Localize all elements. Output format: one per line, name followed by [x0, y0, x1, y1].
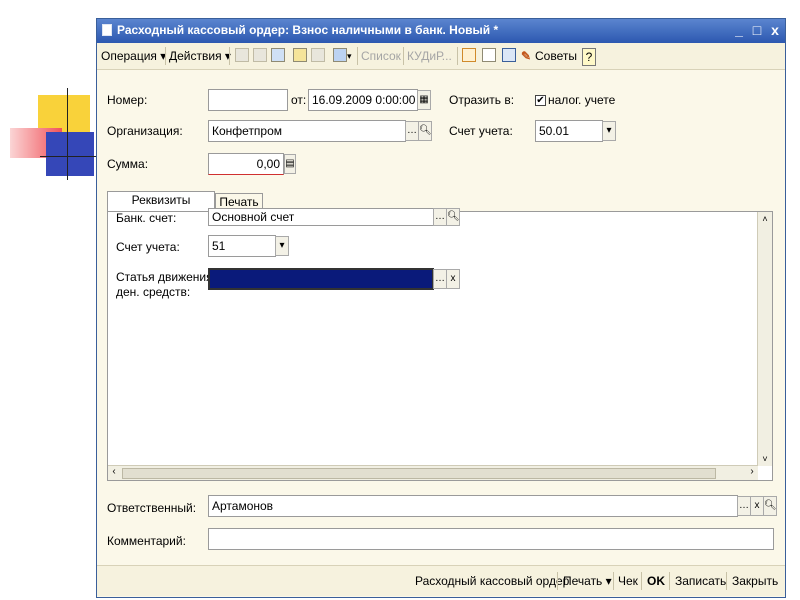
cash-flow-label-line2: ден. средств: [116, 285, 191, 299]
toolbar-separator [641, 572, 642, 590]
tips-button[interactable]: Советы [535, 48, 577, 64]
cash-flow-label-line1: Статья движения [116, 270, 213, 284]
open-magnifier-icon[interactable]: 🔍︎ [418, 121, 432, 141]
panel-account-label: Счет учета: [116, 240, 180, 254]
operation-menu[interactable]: Операция ▾ [101, 48, 166, 64]
close-form-button[interactable]: Закрыть [732, 574, 778, 588]
post-document-icon[interactable] [293, 48, 307, 62]
chevron-down-icon[interactable]: ▾ [602, 121, 616, 141]
payment-details-panel: Банк. счет: Основной счет … 🔍︎ Счет учет… [107, 208, 773, 481]
print-menu[interactable]: Печать ▾ [563, 574, 612, 588]
sum-label: Сумма: [107, 157, 149, 171]
tax-accounting-checkbox[interactable]: ✔ [535, 95, 546, 106]
tips-icon[interactable]: ✎ [521, 48, 531, 64]
comment-field[interactable] [208, 528, 774, 550]
receipt-button[interactable]: Чек [618, 574, 638, 588]
save-button[interactable]: Записать [675, 574, 726, 588]
scroll-left-icon[interactable]: ‹ [108, 466, 120, 478]
tax-accounting-label: налог. учете [548, 93, 616, 107]
maximize-button[interactable]: □ [749, 22, 765, 38]
responsible-clear-icon[interactable]: x [750, 496, 764, 516]
title-bar: Расходный кассовый ордер: Взнос наличным… [97, 19, 785, 43]
account-field[interactable]: 50.01 [535, 120, 603, 142]
decor-vertical-line [67, 88, 68, 180]
horizontal-scrollbar[interactable]: ‹ › [108, 465, 758, 480]
dt-kt-icon[interactable] [462, 48, 476, 62]
toolbar-separator [165, 47, 166, 65]
toolbar-separator [357, 47, 358, 65]
decor-horizontal-line [40, 156, 96, 157]
bank-account-label: Банк. счет: [116, 211, 177, 225]
date-field[interactable]: 16.09.2009 0:00:00 [308, 89, 418, 111]
tab-payment-details[interactable]: Реквизиты платежа [107, 191, 215, 223]
toolbar-separator [726, 572, 727, 590]
add-icon[interactable] [235, 48, 249, 62]
copy-icon[interactable] [253, 48, 267, 62]
toolbar-separator [613, 572, 614, 590]
panel-account-chevron-down-icon[interactable]: ▾ [275, 236, 289, 256]
decor-blue-square [46, 132, 94, 176]
toolbar-separator [669, 572, 670, 590]
bottom-command-bar: Расходный кассовый ордер Печать ▾ Чек OK… [97, 565, 785, 596]
list-button[interactable]: Список [361, 48, 401, 64]
date-from-label: от: [291, 93, 307, 107]
print-cash-order-button[interactable]: Расходный кассовый ордер [415, 574, 569, 588]
scroll-up-icon[interactable]: ˄ [758, 212, 772, 226]
number-label: Номер: [107, 93, 148, 107]
document-icon [102, 24, 112, 36]
filter-icon[interactable] [502, 48, 516, 62]
toolbar-separator [403, 47, 404, 65]
cash-flow-ellipsis-icon[interactable]: … [433, 269, 447, 289]
based-on-icon[interactable] [333, 48, 347, 62]
scroll-down-icon[interactable]: ˅ [758, 452, 772, 466]
cash-flow-clear-icon[interactable]: x [446, 269, 460, 289]
sum-field[interactable]: 0,00 [208, 153, 284, 175]
reflect-in-label: Отразить в: [449, 93, 515, 107]
structure-icon[interactable] [482, 48, 496, 62]
bank-open-magnifier-icon[interactable]: 🔍︎ [446, 208, 460, 226]
toolbar: Операция ▾ Действия ▾ ▾ Список КУДиР... … [97, 43, 785, 70]
responsible-ellipsis-icon[interactable]: … [737, 496, 751, 516]
scroll-right-icon[interactable]: › [746, 466, 758, 478]
toolbar-separator [557, 572, 558, 590]
vertical-scrollbar[interactable]: ˄ ˅ [757, 212, 772, 466]
calculator-icon[interactable]: ▤ [284, 154, 296, 174]
responsible-field[interactable]: Артамонов [208, 495, 738, 517]
organization-label: Организация: [107, 124, 183, 138]
refresh-icon[interactable] [271, 48, 285, 62]
toolbar-separator [229, 47, 230, 65]
number-field[interactable] [208, 89, 288, 111]
toolbar-separator [457, 47, 458, 65]
organization-field[interactable]: Конфетпром [208, 120, 406, 142]
close-button[interactable]: x [767, 22, 783, 38]
kudir-button[interactable]: КУДиР... [407, 48, 452, 64]
ok-button[interactable]: OK [647, 574, 665, 588]
calendar-icon[interactable]: ▦ [417, 90, 431, 110]
panel-account-field[interactable]: 51 [208, 235, 276, 257]
document-window: Расходный кассовый ордер: Взнос наличным… [96, 18, 786, 598]
unpost-icon[interactable] [311, 48, 325, 62]
help-icon[interactable]: ? [582, 48, 596, 66]
based-on-dropdown-icon[interactable]: ▾ [347, 48, 352, 64]
actions-menu[interactable]: Действия ▾ [169, 48, 231, 64]
responsible-label: Ответственный: [107, 501, 197, 515]
responsible-open-magnifier-icon[interactable]: 🔍︎ [763, 496, 777, 516]
scroll-thumb[interactable] [122, 468, 716, 479]
minimize-button[interactable]: _ [731, 22, 747, 38]
bank-account-field[interactable]: Основной счет [208, 208, 434, 226]
window-title: Расходный кассовый ордер: Взнос наличным… [117, 23, 499, 37]
cash-flow-field[interactable] [208, 268, 434, 290]
bank-select-ellipsis-icon[interactable]: … [433, 208, 447, 226]
account-label: Счет учета: [449, 124, 513, 138]
comment-label: Комментарий: [107, 534, 186, 548]
select-ellipsis-icon[interactable]: … [405, 121, 419, 141]
